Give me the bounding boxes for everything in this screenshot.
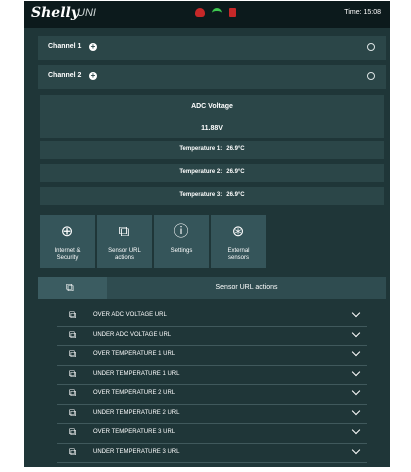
chevron-down-icon[interactable] (351, 347, 361, 357)
temperature-row: Temperature 2: 26.9°C (40, 164, 384, 182)
sensor-url-icon: ⧉ (69, 368, 77, 380)
adc-voltage-value: 11.88V (201, 125, 223, 132)
url-action-row[interactable]: ⧉ OVER TEMPERATURE 1 URL (57, 346, 367, 366)
url-action-label: OVER TEMPERATURE 1 URL (93, 351, 176, 357)
chevron-down-icon[interactable] (351, 406, 361, 415)
add-icon[interactable]: + (89, 43, 97, 51)
clock-time: Time: 15:08 (344, 9, 381, 16)
temperature-value: 26.9°C (226, 192, 245, 198)
tile-label: External sensors (227, 248, 250, 261)
url-action-row[interactable]: ⧉ UNDER TEMPERATURE 1 URL (57, 366, 367, 385)
model-name: UNI (77, 7, 96, 19)
shelly-logo: Shelly (31, 5, 79, 21)
url-action-label: UNDER ADC VOLTAGE URL (93, 331, 172, 338)
chevron-down-icon[interactable] (351, 308, 361, 318)
sensor-url-icon: ⧉ (69, 388, 77, 399)
menu-tile-2[interactable]: ⧉ Sensor URL actions (97, 215, 152, 268)
url-action-label: OVER ADC VOLTAGE URL (93, 312, 167, 318)
top-bar: Shelly UNI Time: 15:08 (24, 1, 390, 28)
chevron-down-icon[interactable] (351, 367, 361, 376)
sensor-url-icon: ⧉ (69, 329, 77, 341)
temperature-value: 26.9°C (226, 146, 245, 152)
tile-label: Internet & Security (54, 248, 81, 261)
status-icons (195, 8, 236, 17)
temperature-label: Temperature 3: (179, 192, 223, 198)
url-action-row[interactable]: ⧉ UNDER TEMPERATURE 2 URL (57, 405, 367, 424)
menu-tile-1[interactable]: ⊕ Internet & Security (40, 215, 95, 268)
url-action-row[interactable]: ⧉ UNDER ADC VOLTAGE URL (57, 327, 367, 346)
sensor-url-icon: ⧉ (69, 310, 77, 321)
channel-2-label: Channel 2 (48, 72, 82, 79)
sensor-url-icon: ⧉ (69, 446, 77, 458)
sensor-url-icon: ⧉ (118, 223, 130, 240)
sensor-url-icon: ⧉ (69, 427, 77, 438)
temperature-value: 26.9°C (226, 169, 245, 175)
url-action-label: OVER TEMPERATURE 2 URL (93, 390, 176, 396)
url-action-row[interactable]: ⧉ OVER TEMPERATURE 2 URL (57, 385, 367, 405)
url-action-row[interactable]: ⧉ OVER ADC VOLTAGE URL (57, 307, 367, 327)
power-icon[interactable] (367, 43, 375, 51)
info-icon: ⓘ (173, 223, 189, 240)
chevron-down-icon[interactable] (351, 445, 361, 454)
adc-voltage-panel: ADC Voltage 11.88V (40, 95, 384, 138)
sensor-url-icon: ⧉ (66, 282, 74, 294)
channel-2-panel[interactable]: Channel 2 + (38, 65, 386, 89)
url-action-row[interactable]: ⧉ UNDER TEMPERATURE 3 URL (57, 444, 367, 463)
chevron-down-icon[interactable] (351, 328, 361, 337)
url-action-list: ⧉ OVER ADC VOLTAGE URL ⧉ UNDER ADC VOLTAGE … (57, 307, 367, 463)
channel-1-panel[interactable]: Channel 1 + (38, 36, 386, 60)
channel-1-label: Channel 1 (48, 43, 82, 50)
sensor-url-actions-bar[interactable]: ⧉ Sensor URL actions (38, 277, 386, 299)
lock-icon (229, 8, 236, 17)
tile-label: Sensor URL actions (108, 248, 141, 261)
globe-icon: ⊕ (60, 223, 74, 240)
temperature-label: Temperature 2: (179, 169, 223, 175)
temperature-label: Temperature 1: (179, 146, 223, 152)
sensor-url-icon: ⧉ (69, 349, 77, 360)
adc-voltage-title: ADC Voltage (191, 103, 233, 110)
chevron-down-icon[interactable] (351, 425, 361, 435)
menu-tile-3[interactable]: ⓘ Settings (154, 215, 209, 268)
temperature-row: Temperature 3: 26.9°C (40, 187, 384, 205)
power-icon[interactable] (367, 72, 375, 80)
sensor-url-icon: ⧉ (69, 407, 77, 419)
add-icon[interactable]: + (89, 72, 97, 80)
temperature-row: Temperature 1: 26.9°C (40, 141, 384, 159)
tile-label: Settings (170, 248, 193, 254)
menu-tile-4[interactable]: ⊛ External sensors (211, 215, 266, 268)
url-action-label: OVER TEMPERATURE 3 URL (93, 429, 176, 435)
sensor-url-icon-box[interactable]: ⧉ (38, 277, 107, 299)
url-action-row[interactable]: ⧉ OVER TEMPERATURE 3 URL (57, 424, 367, 444)
wifi-icon (212, 8, 222, 17)
cloud-icon (195, 8, 205, 17)
external-sensor-icon: ⊛ (231, 223, 245, 240)
url-action-label: UNDER TEMPERATURE 1 URL (93, 370, 180, 377)
app-screen: Shelly UNI Time: 15:08 Channel 1 + Chann… (24, 1, 390, 467)
chevron-down-icon[interactable] (351, 386, 361, 396)
url-action-label: UNDER TEMPERATURE 3 URL (93, 448, 180, 455)
url-action-label: UNDER TEMPERATURE 2 URL (93, 409, 180, 416)
sensor-url-actions-title: Sensor URL actions (215, 284, 278, 291)
